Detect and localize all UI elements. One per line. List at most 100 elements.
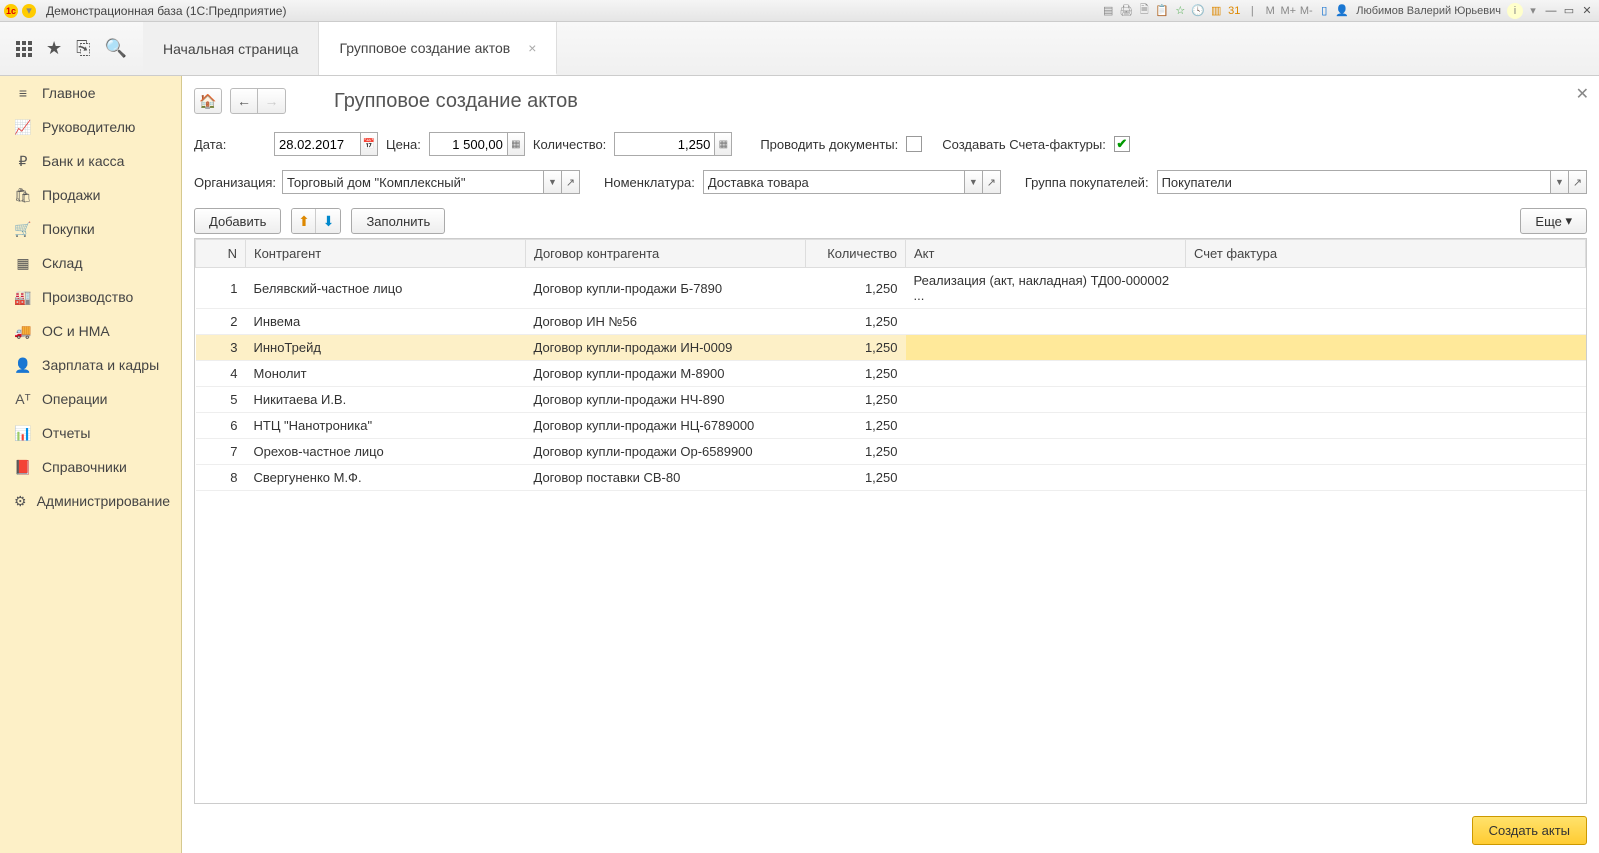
back-button[interactable]: ← bbox=[230, 88, 258, 114]
table-row[interactable]: 7Орехов-частное лицоДоговор купли-продаж… bbox=[196, 439, 1586, 465]
star-icon[interactable]: ★ bbox=[46, 38, 62, 59]
cell[interactable]: 1 bbox=[196, 268, 246, 309]
print-icon[interactable]: 🖨 bbox=[1118, 3, 1134, 19]
cell[interactable]: 1,250 bbox=[806, 361, 906, 387]
qty-calc-icon[interactable]: ▦ bbox=[714, 132, 732, 156]
page-close-button[interactable]: ✕ bbox=[1576, 84, 1589, 104]
tab[interactable]: Групповое создание актов× bbox=[319, 22, 557, 75]
create-acts-button[interactable]: Создать акты bbox=[1472, 816, 1587, 845]
cell[interactable]: 5 bbox=[196, 387, 246, 413]
cell[interactable]: Монолит bbox=[246, 361, 526, 387]
invoice-checkbox[interactable] bbox=[1114, 136, 1130, 152]
cell[interactable]: 1,250 bbox=[806, 413, 906, 439]
cell[interactable]: Договор поставки СВ-80 bbox=[526, 465, 806, 491]
cell[interactable]: Орехов-частное лицо bbox=[246, 439, 526, 465]
user-name[interactable]: Любимов Валерий Юрьевич bbox=[1352, 5, 1505, 17]
search-icon[interactable]: 🔍 bbox=[105, 38, 127, 59]
m-minus-icon[interactable]: M- bbox=[1298, 3, 1314, 19]
calendar-picker-icon[interactable]: 📅 bbox=[360, 132, 378, 156]
cell[interactable]: Договор купли-продажи Б-7890 bbox=[526, 268, 806, 309]
nomen-combo-open-icon[interactable]: ↗ bbox=[983, 170, 1001, 194]
panel-icon[interactable]: ▯ bbox=[1316, 3, 1332, 19]
cell[interactable] bbox=[906, 413, 1186, 439]
cell[interactable]: 6 bbox=[196, 413, 246, 439]
cell[interactable]: Свергуненко М.Ф. bbox=[246, 465, 526, 491]
minimize-button[interactable]: — bbox=[1543, 4, 1559, 18]
cell[interactable]: 4 bbox=[196, 361, 246, 387]
cell[interactable]: 7 bbox=[196, 439, 246, 465]
col-contract[interactable]: Договор контрагента bbox=[526, 240, 806, 268]
move-down-button[interactable]: ⬇ bbox=[316, 209, 340, 233]
org-combo-arrow-icon[interactable]: ▼ bbox=[544, 170, 562, 194]
table-row[interactable]: 1Белявский-частное лицоДоговор купли-про… bbox=[196, 268, 1586, 309]
sidebar-item[interactable]: ⚙Администрирование bbox=[0, 484, 181, 518]
price-input[interactable] bbox=[429, 132, 507, 156]
cell[interactable] bbox=[1186, 309, 1586, 335]
tab[interactable]: Начальная страница bbox=[143, 22, 319, 75]
doc-icon[interactable]: 🗎 bbox=[1136, 3, 1152, 19]
cell[interactable]: Договор купли-продажи Ор-6589900 bbox=[526, 439, 806, 465]
group-combo-open-icon[interactable]: ↗ bbox=[1569, 170, 1587, 194]
price-calc-icon[interactable]: ▦ bbox=[507, 132, 525, 156]
cell[interactable] bbox=[1186, 335, 1586, 361]
cell[interactable] bbox=[906, 361, 1186, 387]
col-counterparty[interactable]: Контрагент bbox=[246, 240, 526, 268]
cell[interactable]: 1,250 bbox=[806, 335, 906, 361]
dropdown2-icon[interactable]: ▾ bbox=[1525, 3, 1541, 19]
sidebar-item[interactable]: 🚚ОС и НМА bbox=[0, 314, 181, 348]
sidebar-item[interactable]: 🛒Покупки bbox=[0, 212, 181, 246]
cell[interactable]: Договор купли-продажи НЧ-890 bbox=[526, 387, 806, 413]
cell[interactable]: Никитаева И.В. bbox=[246, 387, 526, 413]
history-icon[interactable]: 🕓 bbox=[1190, 3, 1206, 19]
sidebar-item[interactable]: ₽Банк и касса bbox=[0, 144, 181, 178]
col-sf[interactable]: Счет фактура bbox=[1186, 240, 1586, 268]
move-up-button[interactable]: ⬆ bbox=[292, 209, 316, 233]
cell[interactable]: 1,250 bbox=[806, 439, 906, 465]
cell[interactable]: Белявский-частное лицо bbox=[246, 268, 526, 309]
cell[interactable] bbox=[1186, 413, 1586, 439]
cell[interactable]: 1,250 bbox=[806, 309, 906, 335]
table-row[interactable]: 6НТЦ "Нанотроника"Договор купли-продажи … bbox=[196, 413, 1586, 439]
cell[interactable] bbox=[906, 335, 1186, 361]
nomen-combo-arrow-icon[interactable]: ▼ bbox=[965, 170, 983, 194]
favorite-icon[interactable]: ☆ bbox=[1172, 3, 1188, 19]
maximize-button[interactable]: ▭ bbox=[1561, 4, 1577, 18]
org-combo-open-icon[interactable]: ↗ bbox=[562, 170, 580, 194]
table-row[interactable]: 8Свергуненко М.Ф.Договор поставки СВ-801… bbox=[196, 465, 1586, 491]
app-dropdown-icon[interactable]: ▾ bbox=[22, 4, 36, 18]
qty-input[interactable] bbox=[614, 132, 714, 156]
cell[interactable]: Договор купли-продажи НЦ-6789000 bbox=[526, 413, 806, 439]
toolbar-icon[interactable]: ▤ bbox=[1100, 3, 1116, 19]
cell[interactable] bbox=[1186, 439, 1586, 465]
calendar-icon[interactable]: 31 bbox=[1226, 3, 1242, 19]
cell[interactable]: Договор ИН №56 bbox=[526, 309, 806, 335]
cell[interactable]: 1,250 bbox=[806, 465, 906, 491]
cell[interactable]: Инвема bbox=[246, 309, 526, 335]
sidebar-item[interactable]: AᵀОперации bbox=[0, 382, 181, 416]
cell[interactable] bbox=[1186, 465, 1586, 491]
info-icon[interactable]: i bbox=[1507, 3, 1523, 19]
cell[interactable] bbox=[906, 387, 1186, 413]
cell[interactable]: Реализация (акт, накладная) ТД00-000002 … bbox=[906, 268, 1186, 309]
group-combo[interactable]: Покупатели bbox=[1157, 170, 1551, 194]
cell[interactable] bbox=[1186, 387, 1586, 413]
task-icon[interactable]: ⎘ bbox=[76, 38, 90, 59]
calc-icon[interactable]: ▥ bbox=[1208, 3, 1224, 19]
clipboard-icon[interactable]: 📋 bbox=[1154, 3, 1170, 19]
cell[interactable]: 8 bbox=[196, 465, 246, 491]
col-qty[interactable]: Количество bbox=[806, 240, 906, 268]
conduct-checkbox[interactable] bbox=[906, 136, 922, 152]
close-window-button[interactable]: ✕ bbox=[1579, 4, 1595, 18]
cell[interactable] bbox=[1186, 268, 1586, 309]
sidebar-item[interactable]: 📈Руководителю bbox=[0, 110, 181, 144]
col-n[interactable]: N bbox=[196, 240, 246, 268]
cell[interactable]: НТЦ "Нанотроника" bbox=[246, 413, 526, 439]
more-button[interactable]: Еще ▾ bbox=[1520, 208, 1587, 234]
cell[interactable]: 3 bbox=[196, 335, 246, 361]
data-grid[interactable]: N Контрагент Договор контрагента Количес… bbox=[194, 238, 1587, 804]
col-akt[interactable]: Акт bbox=[906, 240, 1186, 268]
cell[interactable]: Договор купли-продажи ИН-0009 bbox=[526, 335, 806, 361]
cell[interactable] bbox=[906, 439, 1186, 465]
sidebar-item[interactable]: ▦Склад bbox=[0, 246, 181, 280]
add-button[interactable]: Добавить bbox=[194, 208, 281, 234]
